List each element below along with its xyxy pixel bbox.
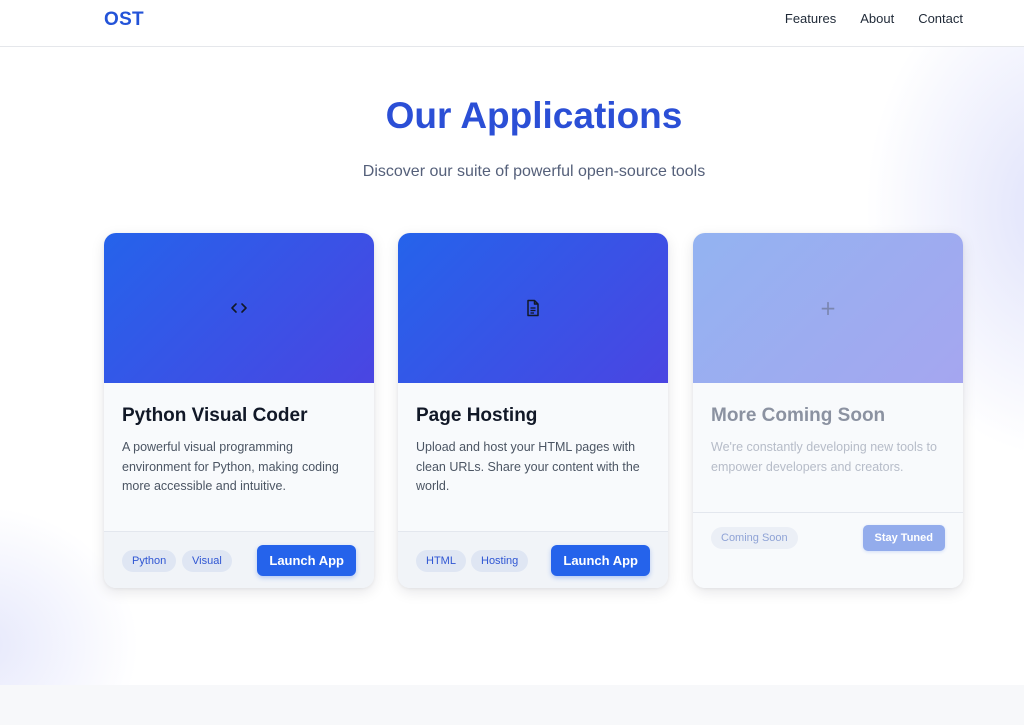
- launch-app-button[interactable]: Launch App: [257, 545, 356, 576]
- card-description: Upload and host your HTML pages with cle…: [416, 440, 640, 493]
- page-subtitle: Discover our suite of powerful open-sour…: [362, 163, 706, 180]
- tag-python: Python: [122, 550, 177, 572]
- nav-links: Features About Contact: [785, 12, 963, 26]
- site-logo[interactable]: OST: [104, 9, 144, 31]
- card-banner: [398, 233, 668, 383]
- tag-html: HTML: [416, 550, 466, 572]
- nav-link-about[interactable]: About: [860, 12, 894, 26]
- app-card-page-hosting: Page Hosting Upload and host your HTML p…: [398, 233, 668, 588]
- card-banner: +: [693, 233, 963, 383]
- card-description: A powerful visual programming environmen…: [122, 440, 339, 493]
- card-banner: [104, 233, 374, 383]
- card-description: We're constantly developing new tools to…: [711, 440, 937, 474]
- footer-strip: [0, 685, 1024, 725]
- navbar: OST Features About Contact: [0, 0, 1024, 47]
- page: OST Features About Contact Our Applicati…: [0, 0, 1024, 725]
- tag-hosting: Hosting: [471, 550, 529, 572]
- stay-tuned-button[interactable]: Stay Tuned: [862, 525, 945, 551]
- card-title: More Coming Soon: [711, 405, 886, 426]
- card-title: Python Visual Coder: [122, 405, 308, 426]
- plus-icon: +: [819, 296, 837, 320]
- app-card-coming-soon: + More Coming Soon We're constantly deve…: [693, 233, 963, 588]
- document-icon: [523, 298, 543, 318]
- app-card-python-visual-coder: Python Visual Coder A powerful visual pr…: [104, 233, 374, 588]
- nav-link-contact[interactable]: Contact: [918, 12, 963, 26]
- card-footer: Coming Soon Stay Tuned: [693, 512, 963, 588]
- card-footer: HTML Hosting Launch App: [398, 531, 668, 588]
- card-title: Page Hosting: [416, 405, 538, 426]
- nav-link-features[interactable]: Features: [785, 12, 836, 26]
- code-icon: [229, 298, 249, 318]
- page-title: Our Applications: [385, 95, 683, 136]
- tag-visual: Visual: [182, 550, 232, 572]
- card-footer: Python Visual Launch App: [104, 531, 374, 588]
- tag-coming-soon: Coming Soon: [711, 527, 798, 549]
- launch-app-button[interactable]: Launch App: [551, 545, 650, 576]
